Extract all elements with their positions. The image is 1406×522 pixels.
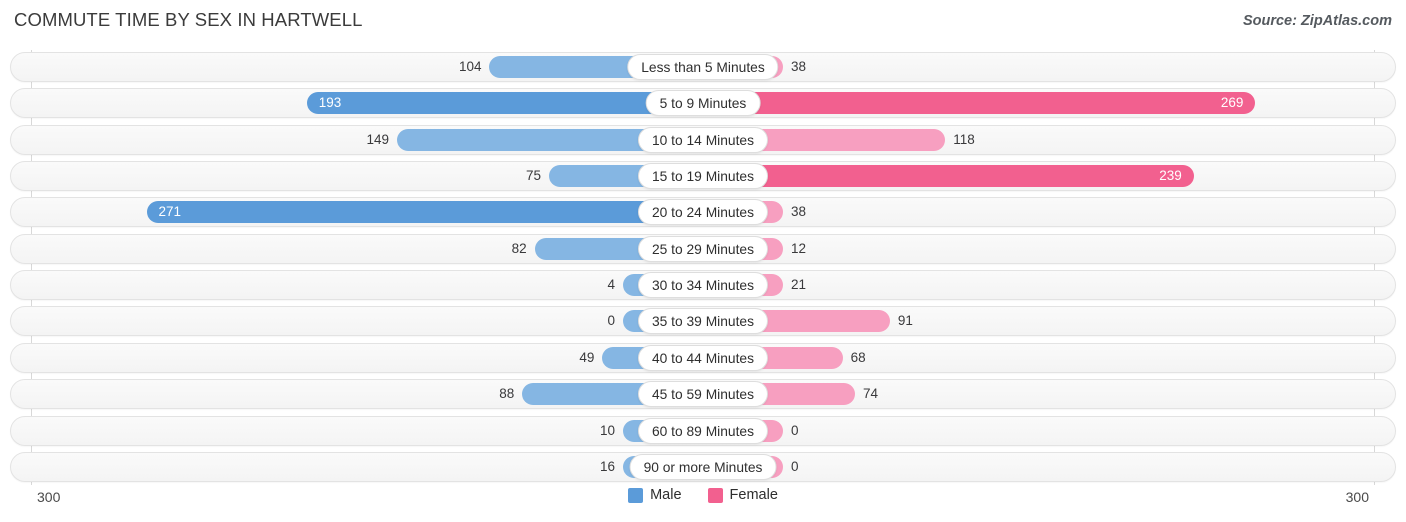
chart-row-inner: 82 12 25 to 29 Minutes (11, 235, 1395, 263)
bar-value-male: 16 (599, 458, 615, 474)
bar-value-female: 38 (791, 204, 807, 220)
bar-value-male: 149 (366, 131, 390, 147)
category-label: 30 to 34 Minutes (637, 272, 769, 299)
legend-swatch-icon (707, 487, 723, 503)
chart-row-inner: 149 118 10 to 14 Minutes (11, 126, 1395, 154)
source-attribution: Source: ZipAtlas.com (1242, 13, 1392, 29)
bar-female (703, 165, 1194, 188)
chart-row: 75 239 15 to 19 Minutes (10, 161, 1396, 192)
bar-value-male: 82 (511, 240, 527, 256)
plot-area: 104 38 Less than 5 Minutes 193 269 5 to 9 Min… (0, 50, 1406, 485)
bar-value-male: 88 (499, 386, 515, 402)
bar-value-female: 269 (1220, 95, 1244, 111)
bar-value-female: 239 (1159, 168, 1182, 184)
bar-value-male: 193 (318, 95, 342, 111)
legend-label: Female (729, 487, 778, 503)
chart-row: 10 0 60 to 89 Minutes (10, 415, 1396, 446)
bar-value-female: 0 (791, 422, 799, 438)
legend-item-female[interactable]: Female (707, 487, 778, 503)
bar-male (146, 201, 703, 224)
bar-value-male: 4 (607, 277, 615, 293)
bar-value-male: 75 (525, 168, 541, 184)
chart-container: COMMUTE TIME BY SEX IN HARTWELL Source: … (0, 0, 1406, 522)
bar-value-female: 21 (791, 277, 807, 293)
bar-value-female: 0 (791, 458, 799, 474)
bar-female (703, 92, 1256, 115)
bar-value-female: 68 (850, 349, 866, 365)
bar-value-female: 91 (897, 313, 913, 329)
bar-value-male: 10 (599, 422, 615, 438)
bar-value-female: 12 (791, 240, 807, 256)
category-label: 15 to 19 Minutes (637, 163, 769, 190)
category-label: 40 to 44 Minutes (637, 344, 769, 371)
chart-row: 49 68 40 to 44 Minutes (10, 342, 1396, 373)
chart-row: 82 12 25 to 29 Minutes (10, 233, 1396, 264)
chart-row-inner: 104 38 Less than 5 Minutes (11, 53, 1395, 81)
chart-row: 149 118 10 to 14 Minutes (10, 124, 1396, 155)
chart-row-inner: 10 0 60 to 89 Minutes (11, 417, 1395, 445)
category-label: 20 to 24 Minutes (637, 199, 769, 226)
chart-row: 88 74 45 to 59 Minutes (10, 379, 1396, 410)
bar-value-male: 271 (158, 204, 182, 220)
chart-row-inner: 0 91 35 to 39 Minutes (11, 307, 1395, 335)
chart-row-inner: 75 239 15 to 19 Minutes (11, 162, 1395, 190)
chart-row-inner: 271 38 20 to 24 Minutes (11, 198, 1395, 226)
bar-value-female: 118 (953, 131, 975, 147)
chart-row-inner: 88 74 45 to 59 Minutes (11, 380, 1395, 408)
chart-row-inner: 49 68 40 to 44 Minutes (11, 344, 1395, 372)
legend-swatch-icon (628, 487, 644, 503)
bar-value-female: 38 (791, 59, 807, 74)
category-label: 45 to 59 Minutes (637, 381, 769, 408)
category-label: Less than 5 Minutes (627, 54, 779, 80)
legend-label: Male (650, 487, 682, 503)
category-label: 90 or more Minutes (629, 453, 777, 480)
chart-legend: Male Female (0, 487, 1406, 503)
chart-row: 16 0 90 or more Minutes (10, 451, 1396, 482)
chart-row: 4 21 30 to 34 Minutes (10, 270, 1396, 301)
chart-row: 104 38 Less than 5 Minutes (10, 52, 1396, 82)
bar-value-male: 0 (607, 313, 615, 329)
category-label: 5 to 9 Minutes (645, 90, 761, 117)
chart-row-inner: 16 0 90 or more Minutes (11, 453, 1395, 481)
category-label: 25 to 29 Minutes (637, 235, 769, 262)
category-label: 60 to 89 Minutes (637, 417, 769, 444)
bar-value-male: 104 (458, 59, 482, 74)
chart-row: 0 91 35 to 39 Minutes (10, 306, 1396, 337)
legend-item-male[interactable]: Male (628, 487, 682, 503)
category-label: 10 to 14 Minutes (637, 126, 769, 153)
bar-male (306, 92, 703, 115)
page-title: COMMUTE TIME BY SEX IN HARTWELL (14, 9, 363, 30)
chart-row: 193 269 5 to 9 Minutes (10, 88, 1396, 119)
category-label: 35 to 39 Minutes (637, 308, 769, 335)
bar-value-female: 74 (862, 386, 878, 402)
chart-row-inner: 4 21 30 to 34 Minutes (11, 271, 1395, 299)
chart-footer: 300 300 Male Female (0, 487, 1406, 522)
bar-value-male: 49 (579, 349, 595, 365)
chart-row: 271 38 20 to 24 Minutes (10, 197, 1396, 228)
chart-row-inner: 193 269 5 to 9 Minutes (11, 89, 1395, 117)
